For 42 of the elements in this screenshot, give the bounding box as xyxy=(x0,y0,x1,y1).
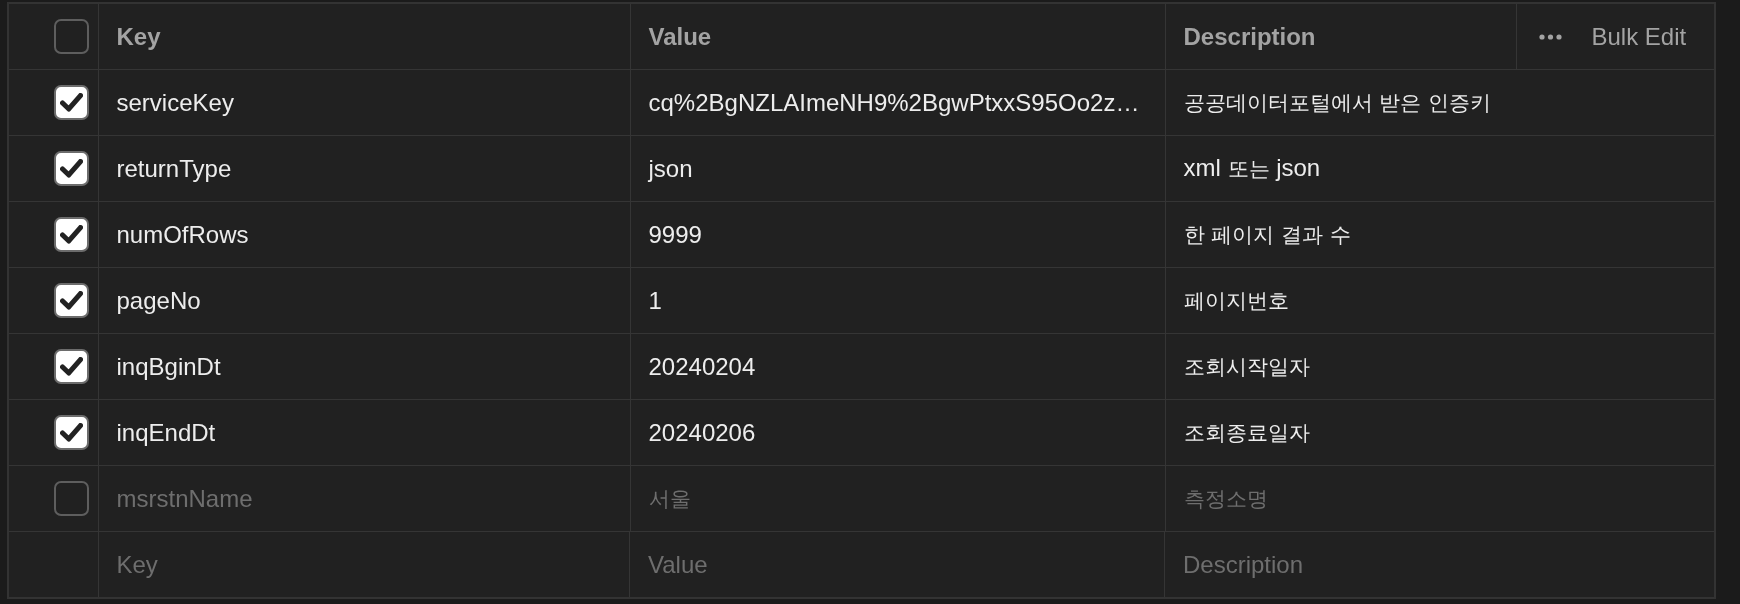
param-key: pageNo xyxy=(116,286,201,314)
column-header: Description xyxy=(1183,22,1316,50)
param-key: numOfRows xyxy=(116,220,249,248)
row-checkbox[interactable] xyxy=(53,151,89,186)
checkmark-icon xyxy=(59,357,83,376)
param-description: 페이지번호 xyxy=(1183,288,1289,313)
param-key: serviceKey xyxy=(116,88,234,116)
param-description: 조회시작일자 xyxy=(1183,354,1310,379)
description-input-field[interactable]: Description xyxy=(1165,532,1714,597)
param-value: json xyxy=(648,154,693,182)
param-value: 서울 xyxy=(648,486,691,511)
row-checkbox[interactable] xyxy=(53,349,89,384)
param-description: 한 페이지 결과 수 xyxy=(1183,222,1351,247)
select-all-checkbox[interactable] xyxy=(53,19,89,54)
param-key: inqEndDt xyxy=(116,418,216,446)
more-icon[interactable] xyxy=(1538,33,1562,40)
checkmark-icon xyxy=(59,159,83,178)
param-key: returnType xyxy=(116,154,232,182)
row-checkbox[interactable] xyxy=(53,481,89,516)
checkmark-icon xyxy=(59,93,83,112)
param-key: msrstnName xyxy=(116,484,253,512)
param-value: cq%2BgNZLAImeNH9%2BgwPtxxS95Oo2z… xyxy=(648,88,1140,116)
param-value: 20240206 xyxy=(648,418,756,446)
row-checkbox[interactable] xyxy=(53,85,89,120)
param-value: 1 xyxy=(648,286,662,314)
checkmark-icon xyxy=(59,423,83,442)
value-input-field[interactable]: Value xyxy=(630,532,1165,597)
checkmark-icon xyxy=(59,225,83,244)
param-key: inqBginDt xyxy=(116,352,221,380)
column-header: Key xyxy=(116,22,161,50)
row-checkbox[interactable] xyxy=(53,415,89,450)
row-checkbox[interactable] xyxy=(53,283,89,318)
param-value: 20240204 xyxy=(648,352,756,380)
param-description: 공공데이터포털에서 받은 인증키 xyxy=(1183,90,1491,115)
param-description: xml 또는 json xyxy=(1183,154,1321,181)
column-header: Value xyxy=(648,22,712,50)
key-input-field[interactable]: Key xyxy=(98,532,630,597)
param-description: 측정소명 xyxy=(1183,486,1268,511)
row-checkbox[interactable] xyxy=(53,217,89,252)
param-description: 조회종료일자 xyxy=(1183,420,1310,445)
param-value: 9999 xyxy=(648,220,702,248)
checkmark-icon xyxy=(59,291,83,310)
